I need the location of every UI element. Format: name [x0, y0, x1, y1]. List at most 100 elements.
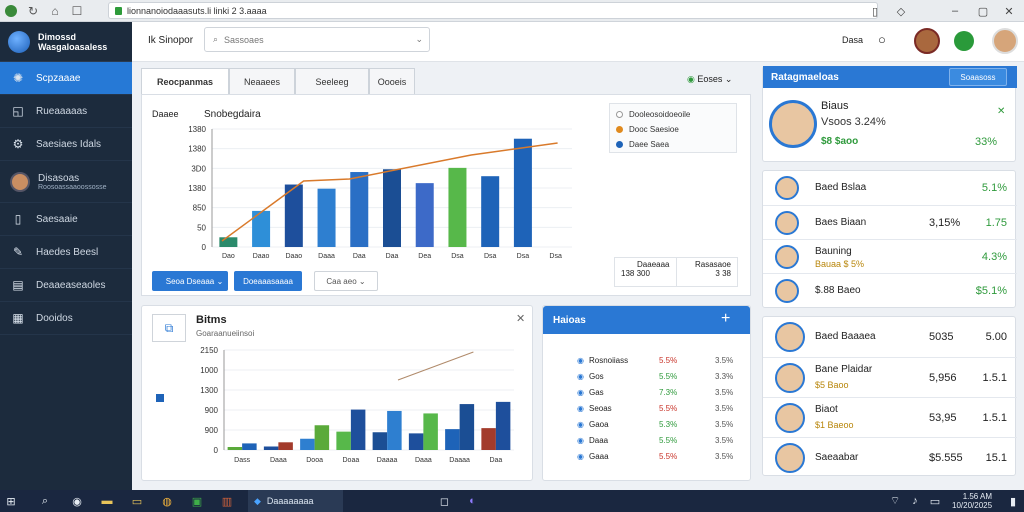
profile-row[interactable]: Baes Biaan 3,15% 1.75: [763, 205, 1017, 239]
profile-row[interactable]: $.88 Baeo $5.1%: [763, 273, 1017, 307]
edge-icon[interactable]: ◉: [66, 490, 88, 512]
sidebar-item-6[interactable]: ▤ Deaaeaseaoles: [0, 269, 132, 302]
tab-0[interactable]: Reocpanmas: [141, 68, 229, 94]
list-item[interactable]: ◉ Rosnoiiass 5.5% 3.5%: [543, 352, 751, 368]
y-tick-label: 2150: [200, 346, 218, 355]
volume-icon[interactable]: ♪: [904, 490, 926, 512]
search-icon[interactable]: ⌕: [34, 490, 56, 512]
folder-icon[interactable]: ▬: [96, 490, 118, 512]
secondary-button[interactable]: Doeaaasaaaa: [234, 271, 302, 291]
chevron-icon: ⌄: [724, 74, 733, 84]
tab-1[interactable]: Neaaees: [229, 68, 295, 94]
profile-row[interactable]: Baed Bslaa 5.1%: [763, 171, 1017, 205]
list-item[interactable]: ◉ Gos 5.5% 3.3%: [543, 368, 751, 384]
list-item[interactable]: ◉ Gas 7.3% 3.5%: [543, 384, 751, 400]
brand-logo: [8, 30, 30, 53]
avatar: [775, 322, 805, 352]
bar: [300, 438, 315, 450]
wifi-icon[interactable]: ⌔: [884, 490, 906, 512]
profile-action-button[interactable]: Soaasoss: [949, 68, 1007, 86]
address-bar[interactable]: lionnanoiodaaasuts.li linki 2 3.aaaa: [108, 2, 878, 19]
windows-icon[interactable]: ⊞: [0, 490, 22, 512]
y-tick-label: 900: [205, 426, 219, 435]
clock[interactable]: 1.56 AM 10/20/2025: [952, 492, 992, 510]
user-avatar[interactable]: [914, 28, 940, 54]
sidebar-item-1[interactable]: ◱ Rueaaaaas: [0, 95, 132, 128]
profile-pct: 4.3%: [981, 251, 1007, 263]
brand-line1: Dimossd: [38, 31, 77, 42]
taskbar-app-label: Daaaaaaaa: [266, 496, 314, 506]
bar: [495, 401, 511, 450]
y-tick-label: 3D0: [191, 164, 206, 173]
notification-icon[interactable]: ○: [878, 32, 886, 47]
avatar: [775, 403, 805, 433]
store-icon[interactable]: ▥: [216, 490, 238, 512]
list-item[interactable]: ◉ Seoas 5.5% 3.5%: [543, 400, 751, 416]
explorer-icon[interactable]: ▭: [126, 490, 148, 512]
list-item[interactable]: ◉ Gaaa 5.5% 3.5%: [543, 448, 751, 464]
bar: [372, 432, 388, 450]
filter-select[interactable]: Caa aeo ⌄: [314, 271, 378, 291]
chevron-down-icon[interactable]: ⌄: [212, 271, 228, 291]
app-icon[interactable]: ▣: [186, 490, 208, 512]
refresh-icon[interactable]: ↻: [22, 0, 44, 22]
maximize-icon[interactable]: ▢: [970, 0, 996, 22]
tab-2[interactable]: Seeleeg: [295, 68, 369, 94]
app-icon: ◆: [254, 495, 261, 506]
profile-sub: $5 Baoo: [815, 380, 849, 390]
profile-row[interactable]: Saeaabar $5.555 15.1: [763, 437, 1017, 477]
close-icon[interactable]: ✕: [516, 312, 525, 325]
brand-line2: Wasgaloasaless: [38, 41, 108, 52]
battery-icon[interactable]: ▭: [924, 490, 946, 512]
search-placeholder: Sassoaes: [224, 34, 264, 45]
bar: [314, 425, 330, 450]
profile-row[interactable]: Bauning Bauaa $ 5% 4.3%: [763, 239, 1017, 273]
list-item[interactable]: ◉ Gaoa 5.3% 3.5%: [543, 416, 751, 432]
profile-hero-card: Ratagmaeloas Soaasoss Biaus Vsoos 3.24% …: [762, 66, 1017, 162]
sidebar-item-2[interactable]: ⚙ Saesiaes Idals: [0, 128, 132, 161]
bar: [423, 413, 438, 450]
profile-row[interactable]: Baed Baaaea 5035 5.00: [763, 317, 1017, 357]
search-input[interactable]: ⌕ Sassoaes ⌄: [204, 27, 430, 52]
settings-icon: ⚙: [12, 137, 24, 151]
sidebar-item-sub: Roosoassaaoossosse: [38, 183, 107, 191]
notifications-icon[interactable]: ▮: [1002, 490, 1024, 512]
sidebar-item-4[interactable]: ▯ Saesaaie: [0, 203, 132, 236]
profile-icon[interactable]: ◇: [888, 0, 914, 22]
x-tick-label: Dsa: [451, 253, 464, 260]
minimize-icon[interactable]: –: [942, 0, 968, 22]
sidebar-item-3[interactable]: Disasoas Roosoassaaoossosse: [0, 161, 132, 203]
chart-icon: ◉: [577, 403, 584, 413]
list-item-value2: 3.5%: [715, 403, 734, 413]
sidebar-item-5[interactable]: ✎ Haedes Beesl: [0, 236, 132, 269]
media-icon[interactable]: ◐: [461, 490, 483, 512]
hero-value: $8 $aoo: [821, 136, 859, 147]
home-icon[interactable]: ⌂: [44, 0, 66, 22]
legend-swatch: [616, 141, 623, 148]
profile-value: 5035: [929, 331, 954, 343]
tab-3[interactable]: Oooeis: [369, 68, 415, 94]
profile-avatar[interactable]: [992, 28, 1018, 54]
add-icon[interactable]: +: [721, 310, 730, 328]
status-icon[interactable]: [954, 31, 974, 51]
taskbar-app[interactable]: ◆ Daaaaaaaa: [248, 490, 344, 512]
x-tick-label: Daa: [386, 253, 399, 260]
profile-row[interactable]: Bane Plaidar $5 Baoo 5,956 1.5.1: [763, 357, 1017, 397]
grid-icon: ▤: [12, 278, 24, 292]
drop-icon: ◉: [577, 387, 584, 397]
profile-value: 5,956: [929, 372, 957, 384]
hero-name: Biaus: [821, 100, 849, 112]
bookmark-icon[interactable]: ☐: [66, 0, 88, 22]
document-icon: ▯: [14, 212, 22, 226]
extension-icon[interactable]: ▯: [862, 0, 888, 22]
sidebar-item-7[interactable]: ▦ Dooidos: [0, 302, 132, 335]
list-item[interactable]: ◉ Daaa 5.5% 3.5%: [543, 432, 751, 448]
legend-label: Daee Saea: [629, 140, 670, 149]
chat-icon[interactable]: ◻: [433, 490, 455, 512]
chrome-icon[interactable]: ◍: [156, 490, 178, 512]
close-icon[interactable]: ✕: [996, 0, 1022, 22]
x-tick-label: Daao: [253, 253, 270, 260]
profile-row[interactable]: Biaot $1 Baeoo 53,95 1.5.1: [763, 397, 1017, 437]
sidebar-item-0[interactable]: ✺ Scpzaaae: [0, 62, 132, 95]
list-item-label: Seoas: [589, 403, 612, 413]
